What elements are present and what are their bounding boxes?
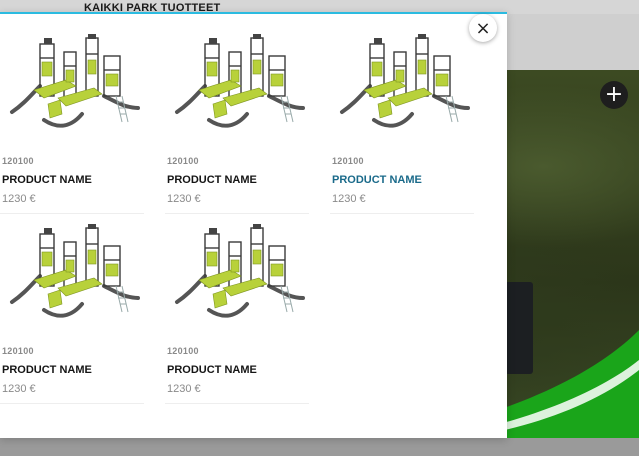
playground-image: [10, 224, 140, 318]
product-sku: 120100: [332, 156, 364, 166]
close-icon: ×: [475, 17, 491, 39]
product-name[interactable]: PRODUCT NAME: [332, 174, 422, 186]
product-price: 1230 €: [332, 193, 366, 205]
product-card[interactable]: 120100 PRODUCT NAME 1230 €: [165, 224, 309, 404]
product-name[interactable]: PRODUCT NAME: [2, 364, 92, 376]
product-card[interactable]: 120100 PRODUCT NAME 1230 €: [0, 224, 144, 404]
product-name[interactable]: PRODUCT NAME: [167, 174, 257, 186]
product-price: 1230 €: [167, 193, 201, 205]
product-price: 1230 €: [167, 383, 201, 395]
playground-image: [175, 224, 305, 318]
product-name[interactable]: PRODUCT NAME: [167, 364, 257, 376]
plus-icon[interactable]: +: [600, 81, 628, 109]
product-card-hovered[interactable]: 120100 PRODUCT NAME 1230 €: [330, 34, 474, 214]
product-sku: 120100: [167, 156, 199, 166]
product-card[interactable]: 120100 PRODUCT NAME 1230 €: [0, 34, 144, 214]
product-name[interactable]: PRODUCT NAME: [2, 174, 92, 186]
playground-image: [10, 34, 140, 128]
product-price: 1230 €: [2, 193, 36, 205]
product-card[interactable]: 120100 PRODUCT NAME 1230 €: [165, 34, 309, 214]
product-sku: 120100: [2, 156, 34, 166]
product-price: 1230 €: [2, 383, 36, 395]
playground-image: [175, 34, 305, 128]
product-sku: 120100: [167, 346, 199, 356]
background-ground: [0, 438, 639, 456]
playground-image: [340, 34, 470, 128]
products-modal: 120100 PRODUCT NAME 1230 € 120100 PRODUC…: [0, 12, 507, 438]
close-button[interactable]: ×: [469, 14, 497, 42]
product-sku: 120100: [2, 346, 34, 356]
